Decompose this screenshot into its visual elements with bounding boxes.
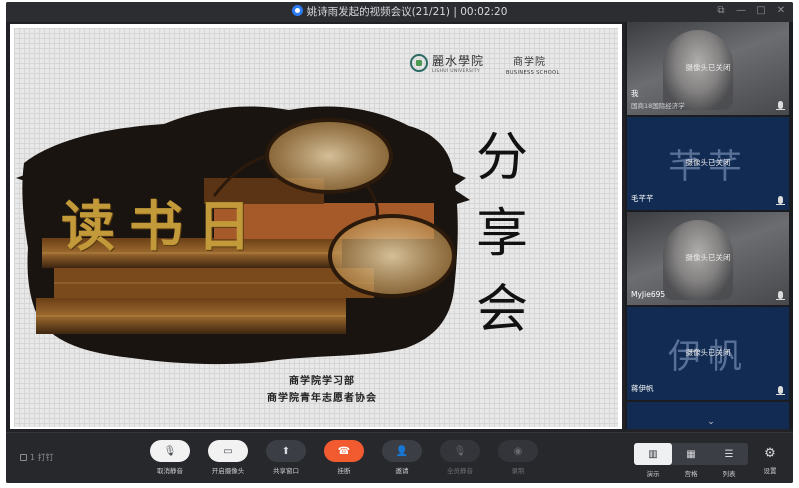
participant-name: 蒋伊帆 (631, 384, 654, 393)
minimize-icon[interactable]: — (735, 5, 747, 17)
share-window-button[interactable]: ⬆ 共享窗口 (262, 440, 310, 480)
university-name-cn: 麗水學院 (432, 54, 485, 68)
record-label: 录制 (511, 467, 525, 475)
participant-tile[interactable]: 伊帆 摄像头已关闭 蒋伊帆 (627, 307, 789, 400)
lock-icon (20, 454, 27, 461)
department-name-en: BUSINESS SCHOOL (506, 70, 560, 76)
university-seal-icon (410, 54, 428, 72)
microphone-icon: 🎙 (150, 440, 190, 462)
participant-subtitle: 国商18国际经济学 (631, 102, 685, 110)
title-bar: 姚诗雨发起的视频会议(21/21) | 00:02:20 ⧉ — □ ✕ (6, 2, 793, 22)
slide-organizers: 商学院学习部 商学院青年志愿者协会 (232, 373, 412, 407)
invite-label: 邀请 (395, 467, 409, 475)
presentation-view-button[interactable]: ▥ 演示 (634, 443, 672, 483)
unmute-button[interactable]: 🎙 取消静音 (146, 440, 194, 480)
start-camera-button[interactable]: ▭ 开启摄像头 (204, 440, 252, 480)
pin-label: 1 打钉 (30, 453, 54, 462)
university-name-en: LISHUI UNIVERSITY (432, 69, 480, 74)
share-screen-icon: ⬆ (266, 440, 306, 462)
presentation-slide: 麗水學院 LISHUI UNIVERSITY 商学院 BUSINESS SCHO… (14, 28, 618, 427)
participant-tile[interactable]: 摄像头已关闭 我 国商18国际经济学 (627, 22, 789, 115)
university-logo: 麗水學院 LISHUI UNIVERSITY 商学院 BUSINESS SCHO… (410, 52, 580, 82)
participant-tile[interactable]: 芊芊 摄像头已关闭 毛芊芊 (627, 117, 789, 210)
microphone-icon (776, 101, 785, 110)
list-view-icon: ☰ (724, 448, 734, 460)
participant-list[interactable]: 摄像头已关闭 我 国商18国际经济学 芊芊 摄像头已关闭 毛芊芊 摄像头已关闭 … (625, 22, 793, 429)
meeting-toolbar: 1 打钉 🎙 取消静音 ▭ 开启摄像头 ⬆ 共享窗口 ☎ 挂断 👤 邀请 🎙 全… (6, 432, 793, 483)
gear-icon: ⚙ (764, 446, 776, 461)
pop-out-icon[interactable]: ⧉ (715, 5, 727, 17)
camera-off-label: 摄像头已关闭 (685, 63, 731, 72)
vertical-title-char: 会 (475, 280, 528, 340)
mute-all-icon: 🎙 (440, 440, 480, 462)
presentation-view-icon: ▥ (634, 443, 672, 465)
invite-button[interactable]: 👤 邀请 (378, 440, 426, 480)
pin-control[interactable]: 1 打钉 (20, 452, 54, 463)
vertical-title-char: 享 (475, 204, 528, 264)
camera-off-label: 摄像头已关闭 (685, 158, 731, 167)
microphone-icon (776, 386, 785, 395)
record-icon: ◉ (498, 440, 538, 462)
participant-tile[interactable]: 摄像头已关闭 MyJie695 (627, 212, 789, 305)
list-view-label: 列表 (722, 470, 736, 478)
start-camera-label: 开启摄像头 (211, 467, 245, 475)
participant-name: 我 (631, 89, 639, 98)
invite-icon: 👤 (382, 440, 422, 462)
participant-name: MyJie695 (631, 290, 666, 299)
share-window-label: 共享窗口 (273, 467, 299, 475)
maximize-icon[interactable]: □ (755, 5, 767, 17)
slide-vertical-title: 分 享 会 (472, 120, 532, 348)
chevron-down-icon[interactable]: ⌄ (699, 417, 723, 427)
microphone-icon (776, 196, 785, 205)
list-view-button[interactable]: ☰ 列表 (710, 443, 748, 483)
hang-up-icon: ☎ (324, 440, 364, 462)
grid-view-label: 宫格 (684, 470, 698, 478)
hang-up-label: 挂断 (337, 467, 351, 475)
window-controls: ⧉ — □ ✕ (715, 5, 787, 17)
mute-all-button[interactable]: 🎙 全员静音 (436, 440, 484, 480)
presentation-view-label: 演示 (646, 470, 660, 478)
close-icon[interactable]: ✕ (775, 5, 787, 17)
vertical-title-char: 分 (475, 128, 528, 188)
settings-label: 设置 (763, 467, 777, 475)
organizer-line: 商学院青年志愿者协会 (267, 393, 377, 404)
department-name-cn: 商学院 (513, 57, 546, 68)
mute-all-label: 全员静音 (447, 467, 473, 475)
grid-view-button[interactable]: ▦ 宫格 (672, 443, 710, 483)
app-logo-icon (291, 5, 303, 16)
participant-name: 毛芊芊 (631, 194, 654, 203)
unmute-label: 取消静音 (157, 467, 183, 475)
settings-button[interactable]: ⚙ 设置 (758, 445, 782, 475)
grid-view-icon: ▦ (686, 448, 696, 460)
camera-off-label: 摄像头已关闭 (685, 253, 731, 262)
window-title: 姚诗雨发起的视频会议(21/21) | 00:02:20 (306, 6, 508, 18)
organizer-line: 商学院学习部 (289, 376, 355, 387)
shared-screen: 麗水學院 LISHUI UNIVERSITY 商学院 BUSINESS SCHO… (10, 24, 622, 429)
hang-up-button[interactable]: ☎ 挂断 (320, 440, 368, 480)
slide-main-title: 读书日 (61, 194, 265, 258)
camera-icon: ▭ (208, 440, 248, 462)
record-button[interactable]: ◉ 录制 (494, 440, 542, 480)
camera-off-label: 摄像头已关闭 (685, 348, 731, 357)
microphone-icon (776, 291, 785, 300)
video-meeting-window: 姚诗雨发起的视频会议(21/21) | 00:02:20 ⧉ — □ ✕ 麗水學… (6, 2, 793, 483)
